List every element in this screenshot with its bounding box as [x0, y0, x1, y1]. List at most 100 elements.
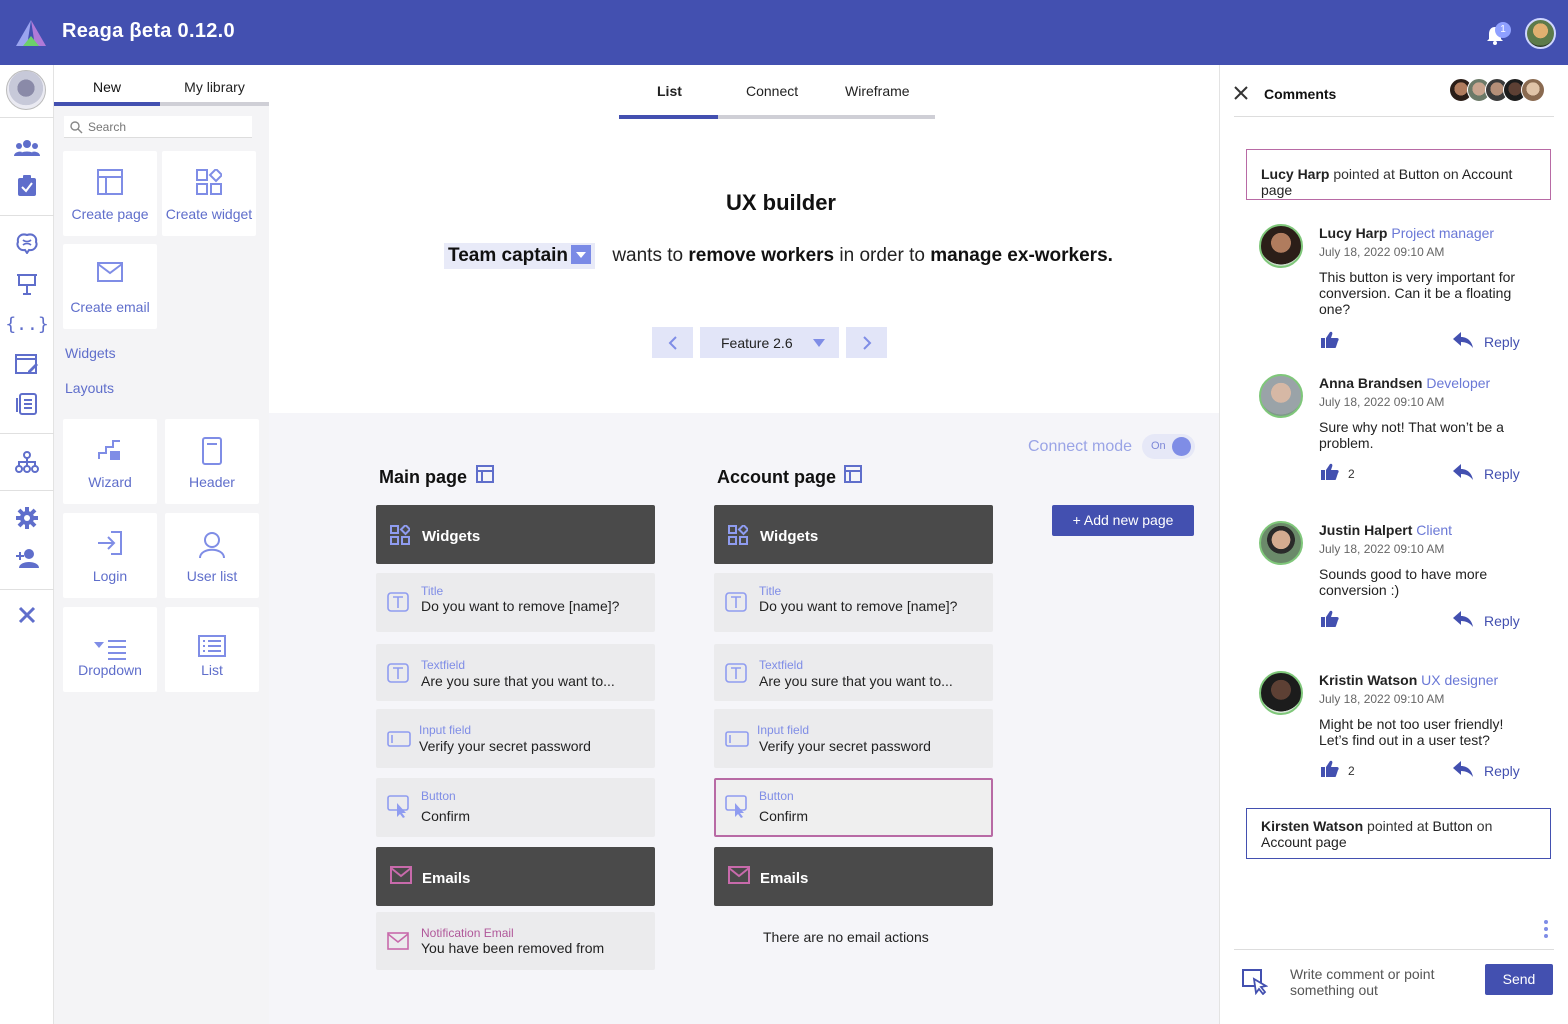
- top-bar: Reaga βeta 0.12.0 1: [0, 0, 1568, 65]
- dropdown-tile[interactable]: Dropdown: [63, 607, 157, 692]
- sitemap-icon[interactable]: [14, 450, 40, 474]
- project-avatar[interactable]: [6, 70, 46, 110]
- connect-mode-toggle[interactable]: On: [1142, 434, 1195, 459]
- tab-wireframe[interactable]: Wireframe: [845, 83, 910, 99]
- login-tile[interactable]: Login: [63, 513, 157, 598]
- thumbs-up-icon[interactable]: [1321, 463, 1339, 480]
- close-comments-icon[interactable]: [1234, 83, 1248, 106]
- tab-my-library[interactable]: My library: [160, 65, 269, 106]
- active-tab-indicator: [619, 115, 718, 119]
- reply-arrow-icon[interactable]: [1453, 761, 1473, 777]
- comment-author: Justin Halpert Client: [1319, 522, 1453, 538]
- widgets-section-header[interactable]: Widgets: [714, 505, 993, 564]
- team-icon[interactable]: [14, 136, 40, 160]
- app-logo-icon[interactable]: [14, 18, 48, 48]
- chevron-down-icon: [571, 245, 592, 264]
- add-new-page-button[interactable]: + Add new page: [1052, 505, 1194, 536]
- documents-icon[interactable]: [14, 392, 40, 416]
- thumbs-up-icon[interactable]: [1321, 760, 1339, 777]
- toggle-knob: [1172, 437, 1191, 456]
- code-braces-icon[interactable]: {..}: [5, 312, 48, 336]
- create-page-tile[interactable]: Create page: [63, 151, 157, 236]
- reply-button[interactable]: Reply: [1484, 466, 1520, 482]
- widgets-section-header[interactable]: Widgets: [376, 505, 655, 564]
- textfield-widget[interactable]: Textfield Are you sure that you want to.…: [376, 644, 655, 701]
- user-list-tile[interactable]: User list: [165, 513, 259, 598]
- input-field-widget[interactable]: Input field Verify your secret password: [376, 709, 655, 768]
- pointer-target: Button: [1398, 166, 1440, 182]
- add-user-icon[interactable]: [14, 546, 40, 570]
- input-field-widget[interactable]: Input field Verify your secret password: [714, 709, 993, 768]
- text-field-icon: [725, 663, 747, 683]
- emails-section-header[interactable]: Emails: [714, 847, 993, 906]
- layouts-link[interactable]: Layouts: [65, 380, 114, 396]
- button-click-icon: [725, 795, 747, 818]
- tile-label: Login: [92, 568, 128, 584]
- page-layout-icon[interactable]: [476, 465, 494, 483]
- title-widget[interactable]: Title Do you want to remove [name]?: [714, 573, 993, 632]
- create-widget-tile[interactable]: Create widget: [162, 151, 256, 236]
- thumbs-up-icon[interactable]: [1321, 610, 1339, 627]
- search-icon: [70, 121, 83, 134]
- create-email-tile[interactable]: Create email: [63, 244, 157, 329]
- widgets-icon: [196, 169, 222, 195]
- builder-canvas: List Connect Wireframe UX builder Team c…: [269, 65, 1219, 1024]
- textfield-widget[interactable]: Textfield Are you sure that you want to.…: [714, 644, 993, 701]
- edit-window-icon[interactable]: [14, 352, 40, 376]
- role-selector[interactable]: Team captain: [444, 243, 596, 269]
- chevron-right-icon: [862, 335, 871, 350]
- tile-label: Create email: [70, 299, 150, 315]
- thumbs-up-icon[interactable]: [1321, 331, 1339, 348]
- reply-button[interactable]: Reply: [1484, 763, 1520, 779]
- reply-button[interactable]: Reply: [1484, 613, 1520, 629]
- next-feature-button[interactable]: [846, 327, 887, 358]
- title-widget[interactable]: Title Do you want to remove [name]?: [376, 573, 655, 632]
- reply-arrow-icon[interactable]: [1453, 464, 1473, 480]
- widgets-link[interactable]: Widgets: [65, 345, 116, 361]
- point-cursor-icon[interactable]: [1242, 969, 1268, 995]
- library-search-input[interactable]: Search: [64, 116, 252, 138]
- page-layout-icon[interactable]: [844, 465, 862, 483]
- widget-value: Do you want to remove [name]?: [421, 598, 620, 614]
- tab-indicator: [160, 102, 269, 106]
- comment-input[interactable]: Write comment or point something out: [1290, 966, 1460, 998]
- previous-feature-button[interactable]: [652, 327, 693, 358]
- email-type: Notification Email: [421, 926, 514, 940]
- button-widget-selected[interactable]: Button Confirm: [714, 778, 993, 837]
- comment-author: Lucy Harp Project manager: [1319, 225, 1495, 241]
- input-field-icon: [387, 731, 411, 747]
- brain-icon[interactable]: [14, 231, 40, 255]
- button-widget[interactable]: Button Confirm: [376, 778, 655, 837]
- more-options-icon[interactable]: [1544, 920, 1548, 941]
- text-title-icon: [387, 592, 409, 612]
- reply-arrow-icon[interactable]: [1453, 332, 1473, 348]
- task-checklist-icon[interactable]: [14, 174, 40, 198]
- list-tile[interactable]: List: [165, 607, 259, 692]
- settings-gear-icon[interactable]: [14, 506, 40, 530]
- tab-connect[interactable]: Connect: [746, 83, 798, 99]
- avatar[interactable]: [1259, 374, 1303, 418]
- notification-email-item[interactable]: Notification Email You have been removed…: [376, 912, 655, 970]
- close-x-icon[interactable]: [14, 603, 40, 627]
- role-label: Team captain: [448, 245, 569, 266]
- user-avatar[interactable]: [1525, 18, 1556, 49]
- avatar[interactable]: [1259, 224, 1303, 268]
- participants-avatars[interactable]: [1449, 78, 1559, 104]
- feature-select[interactable]: Feature 2.6: [700, 327, 839, 358]
- pointer-notice[interactable]: Kirsten Watson pointed at Button on Acco…: [1246, 808, 1551, 859]
- avatar[interactable]: [1259, 671, 1303, 715]
- presentation-icon[interactable]: [14, 272, 40, 296]
- emails-section-header[interactable]: Emails: [376, 847, 655, 906]
- widget-value: Confirm: [759, 808, 809, 824]
- reply-button[interactable]: Reply: [1484, 334, 1520, 350]
- tab-list[interactable]: List: [657, 83, 682, 99]
- tab-new[interactable]: New: [54, 65, 160, 106]
- pointer-notice[interactable]: Lucy Harp pointed at Button on Account p…: [1246, 149, 1551, 200]
- send-button[interactable]: Send: [1485, 964, 1553, 995]
- reply-arrow-icon[interactable]: [1453, 611, 1473, 627]
- avatar[interactable]: [1259, 521, 1303, 565]
- header-tile[interactable]: Header: [165, 419, 259, 504]
- widget-type: Textfield: [759, 658, 804, 672]
- page-layout-icon: [97, 169, 123, 195]
- wizard-tile[interactable]: Wizard: [63, 419, 157, 504]
